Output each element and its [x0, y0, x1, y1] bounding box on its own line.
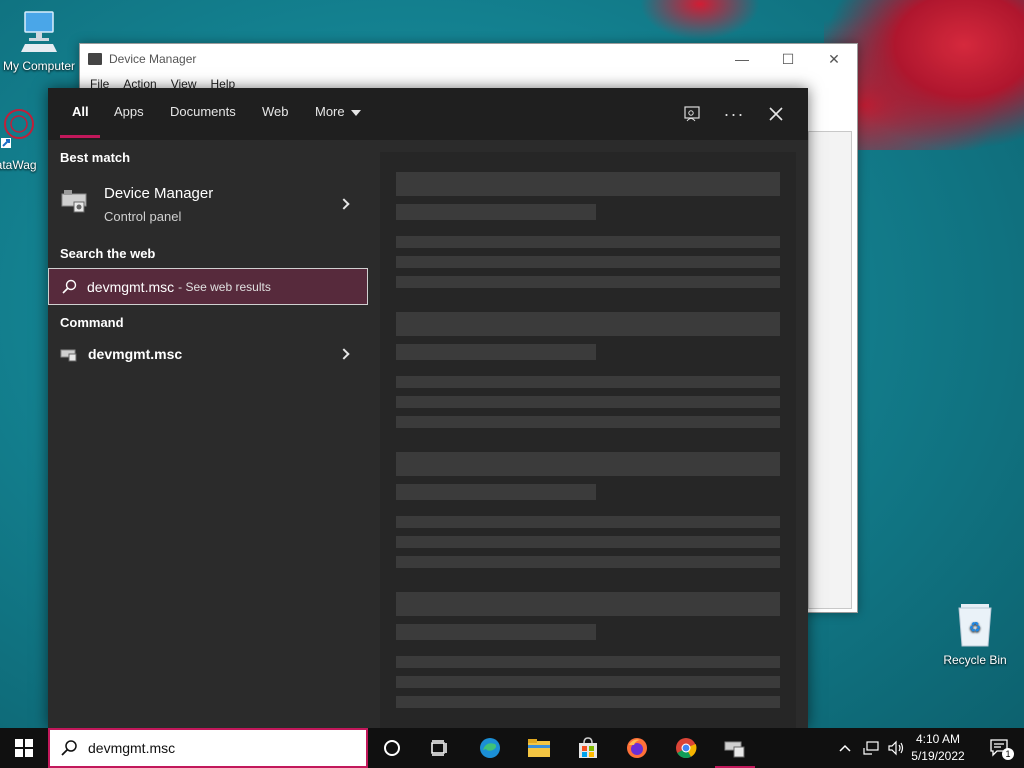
- taskbar: devmgmt.msc 4:10 AM 5/19/2022 1: [0, 728, 1024, 768]
- desktop-icon-label: My Computer: [2, 59, 76, 73]
- volume-icon[interactable]: [884, 728, 908, 768]
- skeleton-bar: [396, 676, 780, 688]
- clock-date[interactable]: 5/19/2022: [908, 749, 968, 763]
- wallpaper-flower-petal: [640, 0, 760, 40]
- search-tabs: All Apps Documents Web More ···: [48, 88, 808, 140]
- command-icon: [60, 346, 78, 367]
- clock-time[interactable]: 4:10 AM: [908, 732, 968, 746]
- minimize-button[interactable]: —: [719, 44, 765, 74]
- close-icon[interactable]: [764, 102, 788, 126]
- tab-web[interactable]: Web: [262, 104, 289, 119]
- network-icon[interactable]: [858, 728, 884, 768]
- web-query: devmgmt.msc: [87, 278, 175, 295]
- desktop-icon-label: DataWag: [0, 158, 37, 172]
- more-options-icon[interactable]: ···: [722, 102, 746, 126]
- skeleton-bar: [396, 624, 596, 640]
- skeleton-bar: [396, 416, 780, 428]
- computer-icon: [0, 10, 78, 57]
- preview-pane-loading: [380, 152, 796, 728]
- show-hidden-icons-chevron-up-icon[interactable]: [832, 728, 858, 768]
- device-manager-icon: [88, 53, 102, 65]
- skeleton-bar: [396, 656, 780, 668]
- desktop-icon-my-computer[interactable]: My Computer: [0, 10, 78, 73]
- window-title: Device Manager: [109, 52, 197, 66]
- store-icon[interactable]: [564, 728, 612, 768]
- section-best-match: Best match: [60, 150, 131, 165]
- search-icon: [60, 739, 78, 757]
- section-command: Command: [60, 315, 124, 330]
- notification-badge: 1: [1002, 748, 1014, 760]
- result-subtitle: Control panel: [104, 209, 182, 224]
- edge-icon[interactable]: [466, 728, 514, 768]
- web-search-result[interactable]: devmgmt.msc - See web results: [48, 268, 368, 305]
- close-window-button[interactable]: ✕: [811, 44, 857, 74]
- windows-logo-icon: [15, 739, 33, 757]
- skeleton-bar: [396, 484, 596, 500]
- tab-apps[interactable]: Apps: [114, 104, 144, 119]
- best-match-device-manager[interactable]: Device Manager Control panel: [48, 174, 368, 234]
- recycle-bin-icon: ♻: [936, 602, 1014, 651]
- skeleton-bar: [396, 276, 780, 288]
- svg-text:♻: ♻: [969, 620, 982, 636]
- notification-center-icon[interactable]: 1: [976, 728, 1024, 768]
- device-tree-panel: [808, 131, 852, 609]
- cortana-icon[interactable]: [368, 728, 416, 768]
- section-search-web: Search the web: [60, 246, 156, 261]
- file-explorer-icon[interactable]: [515, 728, 563, 768]
- results-pane: Best match Device Manager Control panel …: [48, 140, 368, 728]
- device-manager-icon: [60, 188, 90, 219]
- tab-more[interactable]: More: [315, 104, 361, 119]
- search-flyout: All Apps Documents Web More ··· Best mat…: [48, 88, 808, 728]
- skeleton-bar: [396, 592, 780, 616]
- active-tab-indicator: [60, 135, 100, 138]
- device-manager-taskbar-icon[interactable]: [711, 728, 759, 768]
- chevron-right-icon: [338, 348, 350, 360]
- skeleton-bar: [396, 452, 780, 476]
- desktop-icon-recycle-bin[interactable]: ♻ Recycle Bin: [936, 602, 1014, 667]
- skeleton-bar: [396, 204, 596, 220]
- caret-down-icon: [350, 109, 361, 116]
- command-devmgmt[interactable]: devmgmt.msc: [48, 336, 368, 372]
- chevron-right-icon: [338, 198, 350, 210]
- skeleton-bar: [396, 256, 780, 268]
- skeleton-bar: [396, 236, 780, 248]
- skeleton-bar: [396, 376, 780, 388]
- maximize-button[interactable]: ☐: [765, 44, 811, 74]
- task-view-icon[interactable]: [416, 728, 464, 768]
- skeleton-bar: [396, 536, 780, 548]
- search-input[interactable]: devmgmt.msc: [88, 740, 175, 756]
- tab-more-label: More: [315, 104, 345, 119]
- tab-all[interactable]: All: [72, 104, 89, 119]
- chrome-icon[interactable]: [662, 728, 710, 768]
- desktop-icon-label: Recycle Bin: [943, 653, 1007, 667]
- skeleton-bar: [396, 344, 596, 360]
- tab-documents[interactable]: Documents: [170, 104, 236, 119]
- skeleton-bar: [396, 396, 780, 408]
- skeleton-bar: [396, 172, 780, 196]
- result-title: Device Manager: [104, 185, 214, 202]
- search-icon: [61, 279, 77, 295]
- taskbar-search-box[interactable]: devmgmt.msc: [48, 728, 368, 768]
- command-title: devmgmt.msc: [88, 346, 183, 362]
- start-button[interactable]: [0, 728, 48, 768]
- firefox-icon[interactable]: [613, 728, 661, 768]
- skeleton-bar: [396, 696, 780, 708]
- skeleton-bar: [396, 312, 780, 336]
- feedback-icon[interactable]: [680, 102, 704, 126]
- skeleton-bar: [396, 516, 780, 528]
- skeleton-bar: [396, 556, 780, 568]
- web-see-results: - See web results: [178, 279, 271, 294]
